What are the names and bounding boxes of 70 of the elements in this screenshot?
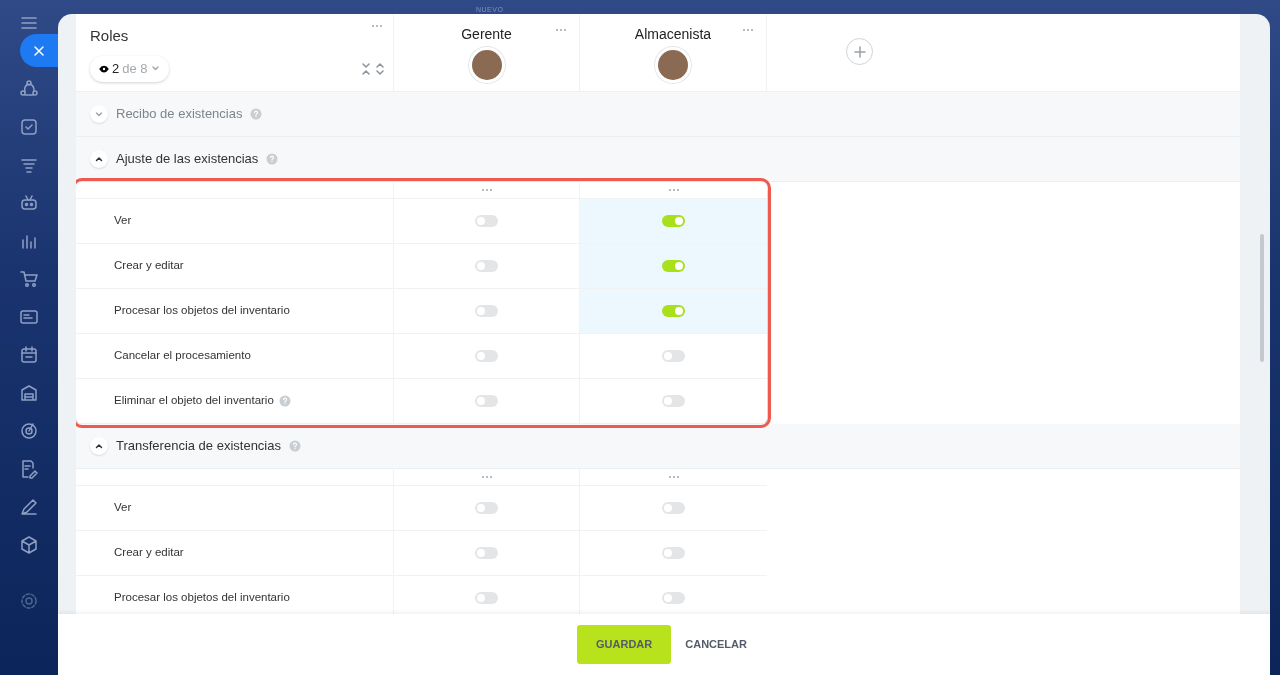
help-icon[interactable] [289, 440, 301, 452]
permission-label: Procesar los objetos del inventario [114, 303, 290, 319]
target-icon[interactable] [19, 421, 39, 441]
eye-icon [99, 64, 109, 73]
permission-label: Crear y editar [114, 258, 184, 274]
toggle-switch[interactable] [475, 305, 498, 317]
card-icon[interactable] [19, 307, 39, 327]
expand-toggle[interactable] [90, 105, 108, 123]
toggle-switch[interactable] [662, 592, 685, 604]
toggle-switch[interactable] [662, 502, 685, 514]
role-name: Gerente [461, 26, 512, 42]
toggle-switch[interactable] [475, 395, 498, 407]
checkbox-icon[interactable] [19, 117, 39, 137]
chevron-up-icon [95, 442, 103, 450]
expand-toggle[interactable] [90, 437, 108, 455]
robot-icon[interactable] [19, 193, 39, 213]
toggle-switch[interactable] [662, 350, 685, 362]
more-icon[interactable] [480, 475, 493, 479]
scrollbar[interactable] [1260, 234, 1264, 362]
permission-label: Cancelar el procesamiento [114, 348, 251, 364]
toggle-switch[interactable] [475, 215, 498, 227]
toggle-switch[interactable] [475, 260, 498, 272]
toggle-switch[interactable] [662, 547, 685, 559]
section-title: Recibo de existencias [116, 105, 243, 124]
avatar-placeholder [471, 50, 502, 80]
box-icon[interactable] [19, 535, 39, 555]
role-name: Almacenista [634, 26, 712, 42]
add-role-button[interactable] [846, 38, 873, 65]
pencil-icon[interactable] [19, 497, 39, 517]
save-button[interactable]: GUARDAR [577, 625, 672, 664]
section-title: Transferencia de existencias [116, 437, 281, 456]
toggle-switch[interactable] [475, 547, 498, 559]
more-icon[interactable] [742, 28, 754, 32]
visibility-filter[interactable]: 2 de 8 [90, 56, 169, 82]
plus-icon [853, 45, 866, 58]
cart-icon[interactable] [19, 269, 39, 289]
document-edit-icon[interactable] [19, 459, 39, 479]
collapse-expand-icon[interactable] [361, 62, 385, 76]
more-icon[interactable] [555, 28, 567, 32]
help-icon[interactable] [278, 395, 291, 407]
toggle-switch[interactable] [475, 502, 498, 514]
chevron-up-icon [95, 155, 103, 163]
permission-label: Ver [114, 213, 132, 229]
permission-label: Ver [114, 500, 132, 516]
warehouse-icon[interactable] [19, 383, 39, 403]
section-title: Ajuste de las existencias [116, 150, 259, 169]
toggle-switch[interactable] [662, 395, 685, 407]
toggle-switch[interactable] [475, 592, 498, 604]
permission-label: Procesar los objetos del inventario [114, 590, 290, 606]
more-icon[interactable] [480, 188, 493, 192]
calendar-icon[interactable] [19, 345, 39, 365]
permission-label: Crear y editar [114, 545, 184, 561]
cancel-button[interactable]: CANCELAR [685, 628, 747, 661]
expand-toggle[interactable] [90, 150, 108, 168]
permission-label: Eliminar el objeto del inventario [114, 393, 274, 409]
column-title: Roles [90, 26, 129, 46]
more-icon[interactable] [371, 24, 383, 28]
help-icon[interactable] [266, 153, 279, 165]
help-icon[interactable] [250, 108, 263, 120]
settings-icon[interactable] [19, 591, 39, 611]
chevron-down-icon [95, 110, 103, 118]
toggle-switch[interactable] [662, 305, 685, 317]
nodes-icon[interactable] [19, 79, 39, 99]
avatar-placeholder [658, 50, 688, 80]
toggle-switch[interactable] [475, 350, 498, 362]
more-icon[interactable] [667, 188, 680, 192]
toggle-switch[interactable] [662, 215, 685, 227]
more-icon[interactable] [667, 475, 680, 479]
close-icon [32, 43, 46, 58]
toggle-switch[interactable] [662, 260, 685, 272]
